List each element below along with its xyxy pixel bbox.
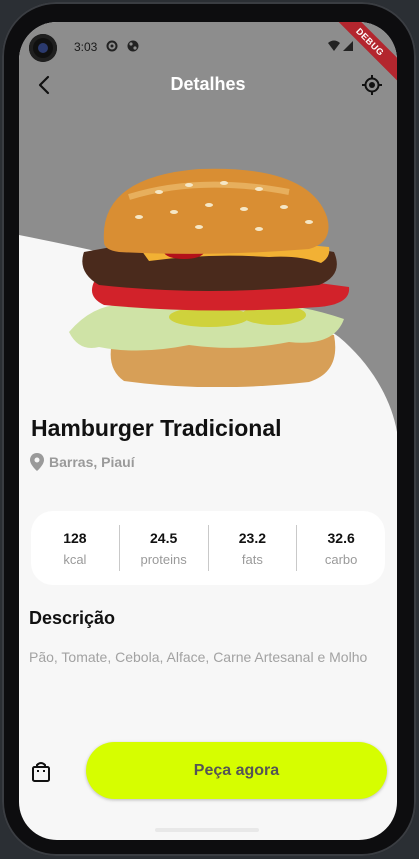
settings-status-icon	[106, 40, 118, 52]
phone-frame: 3:03 DEBUG Detalhes Hamburger Tradiciona…	[2, 2, 416, 856]
stat-value: 24.5	[150, 529, 178, 546]
stat-label: fats	[241, 551, 263, 567]
stat-value: 128	[63, 529, 87, 546]
product-location: Barras, Piauí	[29, 452, 135, 472]
front-camera	[29, 34, 57, 62]
product-name: Hamburger Tradicional	[31, 415, 282, 441]
status-time: 3:03	[74, 40, 98, 54]
description-heading: Descrição	[29, 608, 116, 628]
shopping-bag-button[interactable]	[29, 760, 53, 784]
description-text: Pão, Tomate, Cebola, Alface, Carne Artes…	[29, 649, 368, 665]
location-text: Barras, Piauí	[49, 454, 135, 470]
stat-value: 23.2	[238, 529, 266, 546]
sync-status-icon	[127, 40, 139, 52]
stat-label: kcal	[63, 551, 87, 567]
app-screen: 3:03 DEBUG Detalhes Hamburger Tradiciona…	[19, 22, 397, 840]
shopping-bag-icon	[32, 762, 50, 782]
app-bar: Detalhes	[19, 70, 397, 100]
wifi-icon	[328, 40, 340, 51]
status-bar: 3:03 DEBUG	[19, 22, 397, 87]
stat-carbo: 32.6 carbo	[297, 530, 385, 567]
hamburger-image	[69, 168, 350, 387]
stat-kcal: 128 kcal	[31, 530, 119, 567]
stat-label: proteins	[140, 551, 187, 567]
stat-fats: 23.2 fats	[209, 530, 297, 567]
location-pin-icon	[30, 453, 44, 471]
stat-proteins: 24.5 proteins	[120, 530, 208, 567]
my-location-button[interactable]	[357, 70, 387, 100]
stat-label: carbo	[324, 551, 358, 567]
home-indicator[interactable]	[155, 828, 259, 832]
page-title: Detalhes	[170, 74, 246, 94]
my-location-icon	[362, 75, 382, 95]
nutrition-stats-card: 128 kcal 24.5 proteins 23.2 fats 32.6 ca…	[31, 511, 385, 585]
order-now-button[interactable]: Peça agora	[86, 742, 387, 799]
signal-icon	[343, 41, 353, 51]
stat-value: 32.6	[327, 529, 355, 546]
